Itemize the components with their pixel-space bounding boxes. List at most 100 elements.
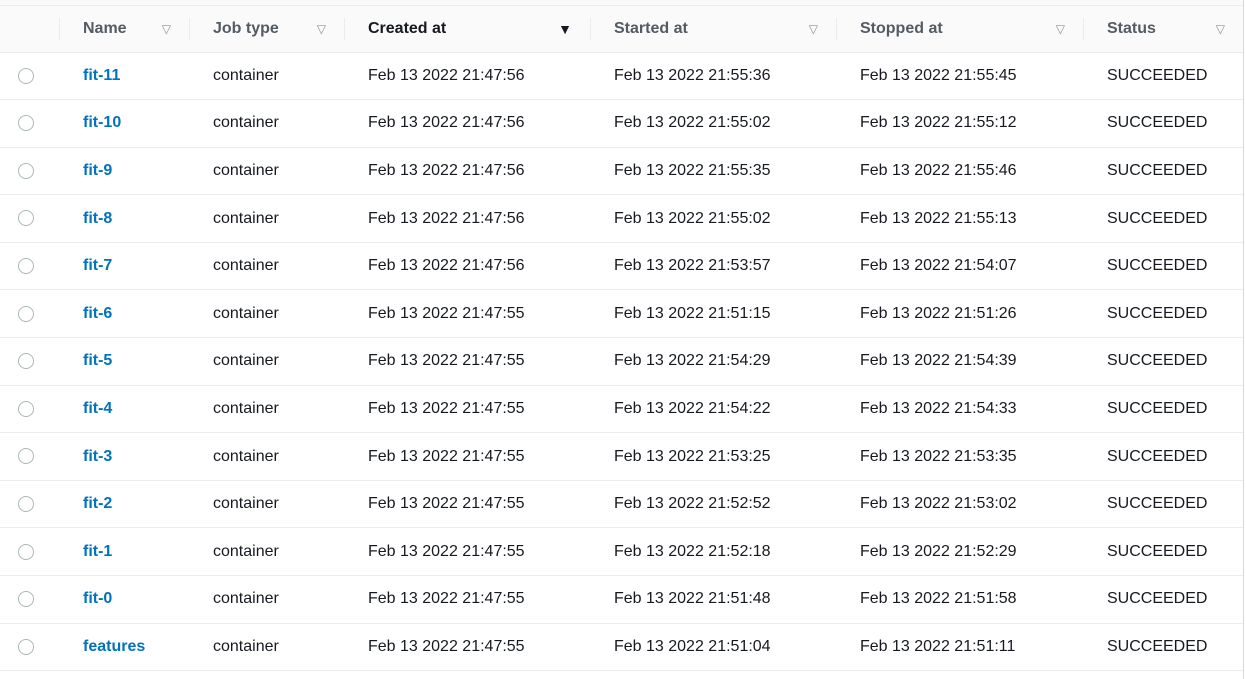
table-row[interactable]: features container Feb 13 2022 21:47:55 Feb… xyxy=(0,623,1243,671)
column-header-stopped-at[interactable]: Stopped at ▽ xyxy=(836,6,1083,52)
column-header-name[interactable]: Name ▽ xyxy=(59,6,189,52)
table-row[interactable]: fit-5 container Feb 13 2022 21:47:55 Feb 13… xyxy=(0,338,1243,386)
table-row[interactable]: fit-9 container Feb 13 2022 21:47:56 Feb 13… xyxy=(0,147,1243,195)
table-row[interactable]: fit-2 container Feb 13 2022 21:47:55 Feb 13… xyxy=(0,480,1243,528)
cell-started-at: Feb 13 2022 21:55:02 xyxy=(590,195,836,243)
status-text: SUCCEEDED xyxy=(1107,637,1208,655)
sort-descending-icon[interactable]: ▼ xyxy=(558,22,572,36)
job-name-link[interactable]: fit-8 xyxy=(83,210,112,227)
cell-name: fit-8 xyxy=(59,195,189,243)
column-header-job-type[interactable]: Job type ▽ xyxy=(189,6,344,52)
job-name-link[interactable]: fit-7 xyxy=(83,257,112,274)
started-at-value: Feb 13 2022 21:55:02 xyxy=(614,209,771,227)
column-header-created-at[interactable]: Created at ▼ xyxy=(344,6,590,52)
table-row[interactable]: fit-7 container Feb 13 2022 21:47:56 Feb 13… xyxy=(0,242,1243,290)
row-select-radio[interactable] xyxy=(18,543,34,560)
cell-stopped-at: Feb 13 2022 21:55:13 xyxy=(836,195,1083,243)
job-name-link[interactable]: fit-3 xyxy=(83,448,112,465)
column-divider[interactable] xyxy=(590,18,591,40)
column-header-label: Name xyxy=(83,19,127,37)
cell-job-type: container xyxy=(189,100,344,148)
status-text: SUCCEEDED xyxy=(1107,542,1208,560)
table-row[interactable]: fit-0 container Feb 13 2022 21:47:55 Feb 13… xyxy=(0,576,1243,624)
created-at-value: Feb 13 2022 21:47:55 xyxy=(368,542,525,560)
sort-icon[interactable]: ▽ xyxy=(1216,23,1225,35)
cell-status: SUCCEEDED xyxy=(1083,480,1243,528)
cell-job-type: container xyxy=(189,147,344,195)
job-name-link[interactable]: features xyxy=(83,638,145,655)
cell-name: fit-10 xyxy=(59,100,189,148)
column-divider[interactable] xyxy=(1083,18,1084,40)
job-name-link[interactable]: fit-0 xyxy=(83,590,112,607)
sort-icon[interactable]: ▽ xyxy=(809,23,818,35)
job-name-link[interactable]: fit-1 xyxy=(83,543,112,560)
cell-stopped-at: Feb 13 2022 21:51:58 xyxy=(836,576,1083,624)
cell-stopped-at: Feb 13 2022 21:55:46 xyxy=(836,147,1083,195)
row-select-radio[interactable] xyxy=(18,67,34,84)
row-select-radio[interactable] xyxy=(18,495,34,512)
job-type-value: container xyxy=(213,352,279,370)
table-row[interactable]: fit-3 container Feb 13 2022 21:47:55 Feb 13… xyxy=(0,433,1243,481)
cell-started-at: Feb 13 2022 21:53:57 xyxy=(590,242,836,290)
table-row[interactable]: fit-11 container Feb 13 2022 21:47:56 Feb 1… xyxy=(0,52,1243,100)
created-at-value: Feb 13 2022 21:47:55 xyxy=(368,399,525,417)
job-name-link[interactable]: fit-11 xyxy=(83,67,120,84)
table-row[interactable]: fit-1 container Feb 13 2022 21:47:55 Feb 13… xyxy=(0,528,1243,576)
cell-started-at: Feb 13 2022 21:54:22 xyxy=(590,385,836,433)
table-header: Name ▽ Job type ▽ Created at ▼ Started at ▽ Stop… xyxy=(0,6,1243,52)
job-name-link[interactable]: fit-5 xyxy=(83,352,112,369)
stopped-at-value: Feb 13 2022 21:54:33 xyxy=(860,399,1017,417)
table-row[interactable]: fit-8 container Feb 13 2022 21:47:56 Feb 13… xyxy=(0,195,1243,243)
row-select-cell xyxy=(0,100,59,148)
row-select-radio[interactable] xyxy=(18,115,34,132)
cell-name: fit-4 xyxy=(59,385,189,433)
row-select-radio[interactable] xyxy=(18,257,34,274)
started-at-value: Feb 13 2022 21:54:29 xyxy=(614,352,771,370)
started-at-value: Feb 13 2022 21:51:04 xyxy=(614,637,771,655)
row-select-radio[interactable] xyxy=(18,353,34,370)
sort-icon[interactable]: ▽ xyxy=(162,23,171,35)
column-divider[interactable] xyxy=(344,18,345,40)
job-name-link[interactable]: fit-9 xyxy=(83,162,112,179)
table-row[interactable]: fit-10 container Feb 13 2022 21:47:56 Feb 1… xyxy=(0,100,1243,148)
column-divider[interactable] xyxy=(836,18,837,40)
column-header-started-at[interactable]: Started at ▽ xyxy=(590,6,836,52)
cell-name: fit-2 xyxy=(59,480,189,528)
job-name-link[interactable]: fit-10 xyxy=(83,114,121,131)
row-select-radio[interactable] xyxy=(18,162,34,179)
started-at-value: Feb 13 2022 21:52:18 xyxy=(614,542,771,560)
row-select-radio[interactable] xyxy=(18,591,34,608)
row-select-radio[interactable] xyxy=(18,305,34,322)
job-name-link[interactable]: fit-2 xyxy=(83,495,112,512)
column-divider[interactable] xyxy=(59,18,60,40)
sort-icon[interactable]: ▽ xyxy=(1056,23,1065,35)
job-name-link[interactable]: fit-6 xyxy=(83,305,112,322)
row-select-radio[interactable] xyxy=(18,400,34,417)
table-row[interactable]: fit-4 container Feb 13 2022 21:47:55 Feb 13… xyxy=(0,385,1243,433)
row-select-radio[interactable] xyxy=(18,210,34,227)
created-at-value: Feb 13 2022 21:47:55 xyxy=(368,637,525,655)
cell-stopped-at: Feb 13 2022 21:54:39 xyxy=(836,338,1083,386)
cell-status: SUCCEEDED xyxy=(1083,338,1243,386)
column-header-label: Stopped at xyxy=(860,19,943,37)
job-name-link[interactable]: fit-4 xyxy=(83,400,112,417)
cell-status: SUCCEEDED xyxy=(1083,433,1243,481)
cell-created-at: Feb 13 2022 21:47:55 xyxy=(344,290,590,338)
column-header-label: Status xyxy=(1107,19,1156,37)
row-select-cell xyxy=(0,480,59,528)
row-select-radio[interactable] xyxy=(18,638,34,655)
stopped-at-value: Feb 13 2022 21:54:07 xyxy=(860,257,1017,275)
column-divider[interactable] xyxy=(189,18,190,40)
created-at-value: Feb 13 2022 21:47:55 xyxy=(368,352,525,370)
row-select-cell xyxy=(0,52,59,100)
column-header-status[interactable]: Status ▽ xyxy=(1083,6,1243,52)
cell-started-at: Feb 13 2022 21:51:04 xyxy=(590,623,836,671)
cell-started-at: Feb 13 2022 21:52:18 xyxy=(590,528,836,576)
cell-job-type: container xyxy=(189,576,344,624)
table-row[interactable]: fit-6 container Feb 13 2022 21:47:55 Feb 13… xyxy=(0,290,1243,338)
stopped-at-value: Feb 13 2022 21:53:02 xyxy=(860,495,1017,513)
row-select-radio[interactable] xyxy=(18,448,34,465)
stopped-at-value: Feb 13 2022 21:51:26 xyxy=(860,304,1017,322)
job-type-value: container xyxy=(213,399,279,417)
sort-icon[interactable]: ▽ xyxy=(317,23,326,35)
